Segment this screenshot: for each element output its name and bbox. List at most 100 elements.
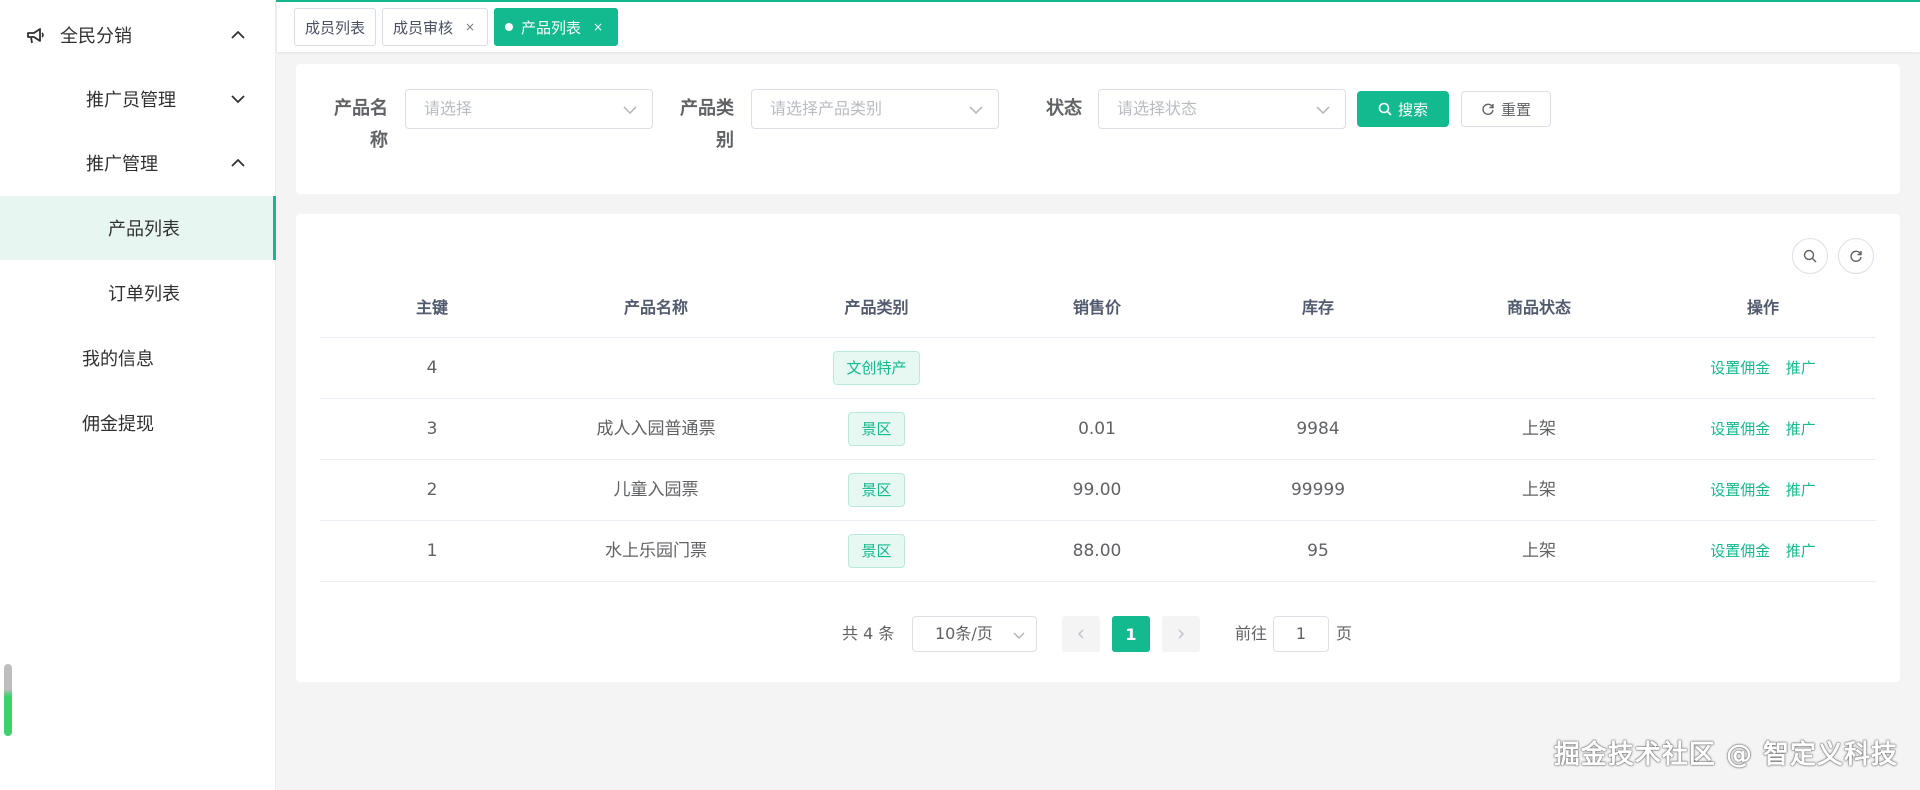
page-size-select[interactable]: 10条/页 xyxy=(912,616,1037,652)
toggle-search-button[interactable] xyxy=(1792,238,1828,274)
cell-price: 0.01 xyxy=(1078,419,1116,439)
table-panel: 主键 产品名称 产品类别 销售价 库存 商品状态 操作 4 文创特产 设置佣金 … xyxy=(296,214,1900,682)
promote-link[interactable]: 推广 xyxy=(1786,420,1816,438)
megaphone-icon xyxy=(27,28,44,44)
table-row: 2 儿童入园票 景区 99.00 99999 上架 设置佣金 推广 xyxy=(320,460,1876,521)
promote-link[interactable]: 推广 xyxy=(1786,481,1816,499)
promote-link[interactable]: 推广 xyxy=(1786,542,1816,560)
chevron-up-icon xyxy=(231,30,245,39)
refresh-icon xyxy=(1482,103,1494,115)
close-icon[interactable]: × xyxy=(593,20,603,34)
label-line-2: 称 xyxy=(370,130,388,151)
sidebar-item-commission-withdraw[interactable]: 佣金提现 xyxy=(0,391,276,455)
cell-status: 上架 xyxy=(1522,541,1556,561)
type-tag: 景区 xyxy=(848,473,905,507)
cell-status: 上架 xyxy=(1522,480,1556,500)
sidebar-item-label: 佣金提现 xyxy=(82,414,154,435)
product-type-label: 产品类 别 xyxy=(676,89,734,153)
chevron-down-icon xyxy=(623,106,637,115)
product-name-select[interactable]: 请选择 xyxy=(405,89,653,129)
select-placeholder: 请选择产品类别 xyxy=(770,99,883,118)
chevron-down-icon xyxy=(1013,632,1025,639)
chevron-down-icon xyxy=(969,106,983,115)
cell-id: 4 xyxy=(426,358,438,378)
sidebar-group-distribution[interactable]: 全民分销 xyxy=(0,3,276,67)
tab-product-list[interactable]: 产品列表 × xyxy=(494,8,618,46)
column-header: 销售价 xyxy=(1072,298,1121,317)
type-tag: 景区 xyxy=(848,534,905,568)
sidebar-item-label: 推广管理 xyxy=(86,154,158,175)
sidebar-item-product-list[interactable]: 产品列表 xyxy=(0,196,276,260)
sidebar-item-my-info[interactable]: 我的信息 xyxy=(0,326,276,390)
set-commission-link[interactable]: 设置佣金 xyxy=(1710,359,1770,377)
page-size-value: 10条/页 xyxy=(935,624,993,643)
column-header: 库存 xyxy=(1301,298,1334,317)
reset-button[interactable]: 重置 xyxy=(1461,91,1551,127)
type-tag: 文创特产 xyxy=(833,351,920,385)
prev-page-button[interactable] xyxy=(1062,616,1100,652)
cell-actions: 设置佣金 推广 xyxy=(1651,460,1875,520)
table-header: 主键 产品名称 产品类别 销售价 库存 商品状态 操作 xyxy=(320,278,1876,338)
cell-stock: 9984 xyxy=(1296,419,1340,439)
cell-name: 儿童入园票 xyxy=(613,480,699,500)
tab-label: 成员审核 xyxy=(393,18,454,37)
table-row: 4 文创特产 设置佣金 推广 xyxy=(320,338,1876,399)
search-icon xyxy=(1803,249,1817,263)
watermark: 掘金技术社区 @ 智定义科技 xyxy=(1553,740,1898,770)
goto-suffix: 页 xyxy=(1336,624,1353,643)
search-button[interactable]: 搜索 xyxy=(1357,91,1449,127)
set-commission-link[interactable]: 设置佣金 xyxy=(1710,481,1770,499)
set-commission-link[interactable]: 设置佣金 xyxy=(1710,420,1770,438)
table-row: 3 成人入园普通票 景区 0.01 9984 上架 设置佣金 推广 xyxy=(320,399,1876,460)
column-header: 产品类别 xyxy=(844,298,909,317)
tabs-bar: 成员列表 成员审核 × 产品列表 × xyxy=(277,2,1920,52)
label-line-1: 产品类 xyxy=(680,98,734,119)
chevron-up-icon xyxy=(231,158,245,167)
sidebar-item-promotion-management[interactable]: 推广管理 xyxy=(0,131,276,195)
cell-price: 88.00 xyxy=(1072,541,1122,561)
cell-id: 3 xyxy=(426,419,438,439)
cell-name: 成人入园普通票 xyxy=(596,419,716,439)
tab-member-list[interactable]: 成员列表 xyxy=(294,8,376,46)
sidebar-item-label: 订单列表 xyxy=(108,284,180,305)
sidebar-group-label: 全民分销 xyxy=(60,26,132,47)
reset-button-label: 重置 xyxy=(1500,100,1531,119)
cell-stock: 99999 xyxy=(1290,480,1346,500)
tab-member-review[interactable]: 成员审核 × xyxy=(382,8,488,46)
cell-actions: 设置佣金 推广 xyxy=(1651,338,1875,398)
select-placeholder: 请选择状态 xyxy=(1117,99,1198,118)
set-commission-link[interactable]: 设置佣金 xyxy=(1710,542,1770,560)
refresh-icon xyxy=(1850,250,1862,262)
filter-panel: 产品名 称 请选择 产品类 别 请选择产品类别 状态 请选择状态 搜索 重置 xyxy=(296,64,1900,194)
tab-label: 产品列表 xyxy=(521,18,582,37)
scroll-indicator[interactable] xyxy=(4,664,12,736)
sidebar-item-order-list[interactable]: 订单列表 xyxy=(0,261,276,325)
chevron-down-icon xyxy=(231,95,245,104)
page-number-current[interactable]: 1 xyxy=(1112,616,1150,652)
chevron-right-icon xyxy=(1178,629,1185,639)
promote-link[interactable]: 推广 xyxy=(1786,359,1816,377)
status-select[interactable]: 请选择状态 xyxy=(1098,89,1346,129)
cell-actions: 设置佣金 推广 xyxy=(1651,521,1875,581)
sidebar: 全民分销 推广员管理 推广管理 产品列表 订单列表 我的信息 佣金提现 xyxy=(0,0,276,790)
sidebar-item-label: 推广员管理 xyxy=(86,90,176,111)
chevron-down-icon xyxy=(1316,106,1330,115)
sidebar-item-promoter-management[interactable]: 推广员管理 xyxy=(0,67,276,131)
goto-prefix: 前往 xyxy=(1235,624,1268,643)
product-name-label: 产品名 称 xyxy=(330,89,388,153)
column-header: 商品状态 xyxy=(1506,298,1571,317)
cell-actions: 设置佣金 推广 xyxy=(1651,399,1875,459)
chevron-left-icon xyxy=(1077,629,1084,639)
cell-stock: 95 xyxy=(1307,541,1329,561)
next-page-button[interactable] xyxy=(1162,616,1200,652)
label-line-1: 产品名 xyxy=(334,98,388,119)
refresh-table-button[interactable] xyxy=(1838,238,1874,274)
table-row: 1 水上乐园门票 景区 88.00 95 上架 设置佣金 推广 xyxy=(320,521,1876,582)
product-type-select[interactable]: 请选择产品类别 xyxy=(751,89,999,129)
search-button-label: 搜索 xyxy=(1397,100,1428,119)
pagination-total: 共 4 条 xyxy=(842,624,895,643)
search-icon xyxy=(1378,102,1392,116)
active-dot-icon xyxy=(505,23,513,31)
goto-page-input[interactable]: 1 xyxy=(1273,616,1329,652)
close-icon[interactable]: × xyxy=(465,20,475,34)
